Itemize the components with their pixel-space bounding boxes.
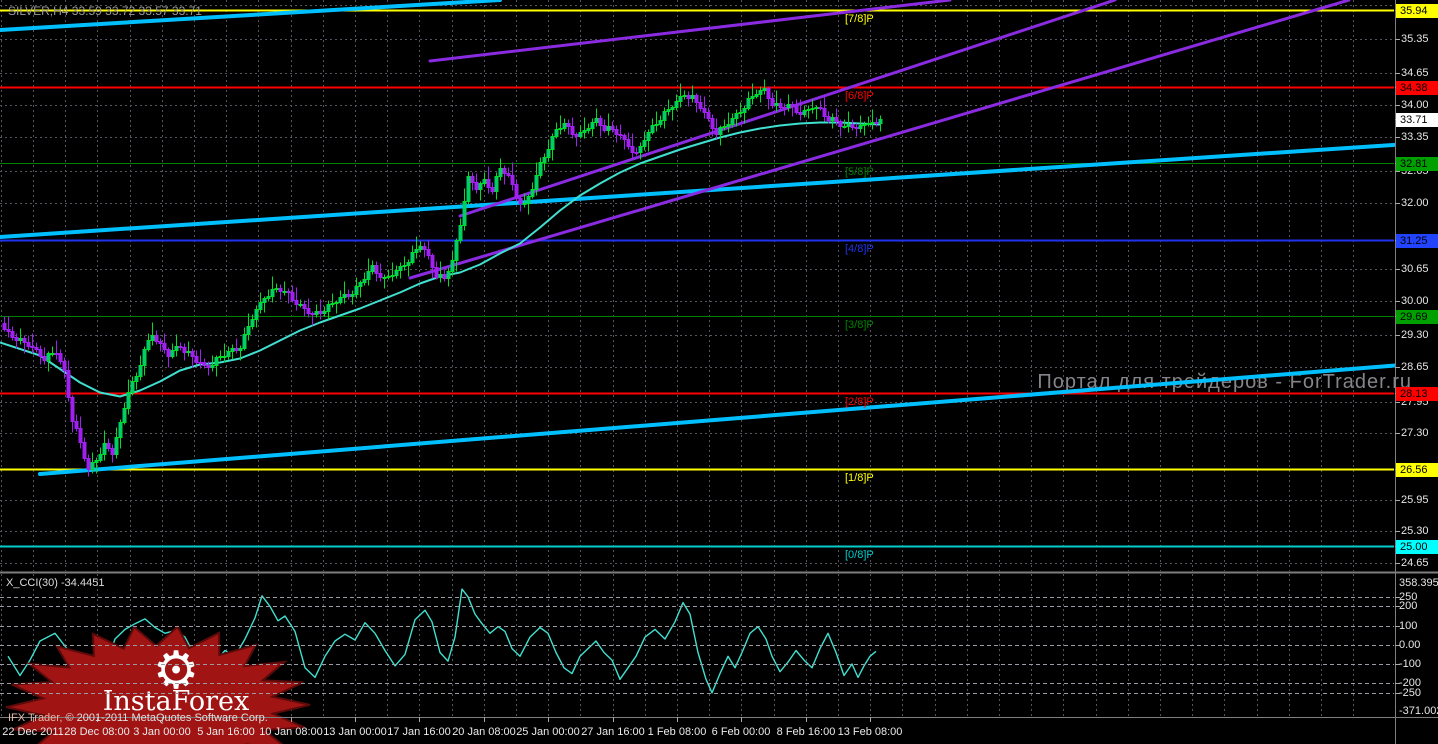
price-tick-label: 30.65 (1401, 262, 1429, 275)
indicator-scale-label: -250 (1399, 687, 1422, 699)
murrey-label-18P: [1/8]P (845, 471, 874, 484)
price-badge-35.94: 35.94 (1396, 3, 1438, 18)
price-badge-32.81: 32.81 (1396, 156, 1438, 171)
price-badge-26.56: 26.56 (1396, 462, 1438, 477)
price-tick-label: 28.65 (1401, 360, 1429, 373)
murrey-label-68P: [6/8]P (845, 89, 874, 102)
symbol-ohlc-title: SILVER,H4 33.59 33.72 33.57 33.71 (8, 4, 202, 18)
time-tick-label: 22 Dec 2011 (2, 726, 64, 738)
chart-canvas[interactable]: ⚙InstaForex (0, 0, 1438, 744)
copyright-line: IFX Trader, © 2001-2011 MetaQuotes Softw… (8, 712, 268, 724)
price-badge-31.25: 31.25 (1396, 233, 1438, 248)
indicator-scale-label: 100 (1399, 620, 1418, 632)
indicator-scale-label: 200 (1399, 600, 1418, 612)
time-tick-label: 1 Feb 08:00 (647, 726, 707, 738)
price-badge-33.71: 33.71 (1396, 112, 1438, 127)
murrey-label-48P: [4/8]P (845, 242, 874, 255)
murrey-label-58P: [5/8]P (845, 165, 874, 178)
price-badge-34.38: 34.38 (1396, 80, 1438, 95)
metaquotes-copyright: © 2001-2011 MetaQuotes Software Corp. (62, 712, 268, 724)
time-tick-label: 8 Feb 16:00 (776, 726, 836, 738)
time-tick-label: 17 Jan 16:00 (387, 726, 451, 738)
price-tick-label: 24.65 (1401, 556, 1429, 569)
murrey-label-28P: [2/8]P (845, 395, 874, 408)
price-tick-label: 27.30 (1401, 426, 1429, 439)
price-tick-label: 34.00 (1401, 98, 1429, 111)
indicator-scale-label: 358.395 (1399, 577, 1438, 589)
time-tick-label: 10 Jan 08:00 (259, 726, 323, 738)
time-tick-label: 25 Jan 00:00 (516, 726, 580, 738)
price-badge-28.13: 28.13 (1396, 386, 1438, 401)
time-tick-label: 20 Jan 08:00 (452, 726, 516, 738)
price-tick-label: 33.35 (1401, 130, 1429, 143)
time-tick-label: 5 Jan 16:00 (197, 726, 255, 738)
time-tick-label: 27 Jan 16:00 (581, 726, 645, 738)
price-badge-25.00: 25.00 (1396, 539, 1438, 554)
price-tick-label: 30.00 (1401, 294, 1429, 307)
time-tick-label: 13 Jan 00:00 (323, 726, 387, 738)
murrey-label-38P: [3/8]P (845, 318, 874, 331)
price-tick-label: 34.65 (1401, 66, 1429, 79)
broker-name: IFX Trader, (8, 712, 63, 724)
price-tick-label: 35.35 (1401, 32, 1429, 45)
murrey-label-78P: [7/8]P (845, 12, 874, 25)
price-tick-label: 25.95 (1401, 493, 1429, 506)
time-tick-label: 3 Jan 00:00 (133, 726, 191, 738)
time-tick-label: 28 Dec 08:00 (64, 726, 130, 738)
price-tick-label: 32.00 (1401, 196, 1429, 209)
indicator-scale-label: 0.00 (1399, 639, 1421, 651)
time-tick-label: 13 Feb 08:00 (837, 726, 903, 738)
time-tick-label: 6 Feb 00:00 (711, 726, 771, 738)
price-badge-29.69: 29.69 (1396, 309, 1438, 324)
price-tick-label: 25.30 (1401, 524, 1429, 537)
price-tick-label: 29.30 (1401, 328, 1429, 341)
indicator-scale-label: -100 (1399, 658, 1422, 670)
indicator-scale-label: -371.002 (1399, 705, 1438, 717)
indicator-name-label: X_CCI(30) -34.4451 (6, 577, 105, 589)
mt4-chart-window: Портал для трейдеров - ForTrader.ru ⚙ Ins… (0, 0, 1438, 744)
murrey-label-08P: [0/8]P (845, 548, 874, 561)
